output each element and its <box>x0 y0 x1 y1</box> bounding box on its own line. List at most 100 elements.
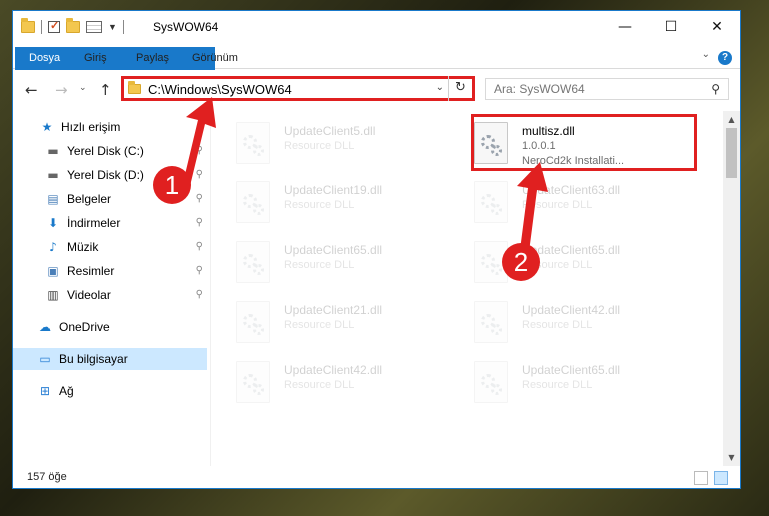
sidebar-item-label: Hızlı erişim <box>61 120 121 134</box>
help-icon[interactable]: ? <box>718 51 732 65</box>
details-view-icon[interactable] <box>694 471 708 485</box>
documents-icon: ▤ <box>47 192 59 206</box>
file-name: UpdateClient21.dll <box>284 303 383 317</box>
pin-icon[interactable]: ⚲ <box>196 241 203 252</box>
pin-icon[interactable]: ⚲ <box>196 265 203 276</box>
properties-check-icon[interactable] <box>48 19 60 33</box>
tab-share[interactable]: Paylaş <box>123 47 182 69</box>
sidebar-item-onedrive[interactable]: ☁ OneDrive <box>13 316 207 338</box>
sidebar-item-label: İndirmeler <box>67 216 121 230</box>
scroll-thumb[interactable] <box>726 128 737 178</box>
maximize-button[interactable]: ☐ <box>648 11 694 43</box>
file-description: Resource DLL <box>284 259 355 271</box>
ribbon-tabs: Dosya Giriş Paylaş Görünüm ⌄ ? <box>13 43 740 101</box>
star-icon: ★ <box>41 120 53 134</box>
status-bar: 157 öğe <box>13 466 740 488</box>
address-dropdown-icon[interactable]: ⌄ <box>436 82 444 93</box>
forward-arrow-icon[interactable]: → <box>55 81 68 99</box>
dll-file-icon <box>236 301 270 343</box>
file-description: Resource DLL <box>522 199 593 211</box>
vertical-scrollbar[interactable]: ▲ ▼ <box>723 111 740 466</box>
pin-icon[interactable]: ⚲ <box>196 289 203 300</box>
explorer-window: ▼ SysWOW64 — ☐ ✕ Dosya Giriş Paylaş Görü… <box>12 10 741 489</box>
file-description: Resource DLL <box>522 319 593 331</box>
title-bar: ▼ SysWOW64 — ☐ ✕ <box>13 11 740 43</box>
search-box[interactable]: ⚲ <box>485 78 729 100</box>
file-list: UpdateClient5.dll Resource DLL multisz.d… <box>211 111 723 466</box>
scroll-down-icon[interactable]: ▼ <box>723 449 740 466</box>
file-item[interactable]: UpdateClient65.dll Resource DLL <box>464 357 664 411</box>
drive-icon: ▬ <box>47 144 59 158</box>
file-name: UpdateClient65.dll <box>522 363 621 377</box>
sidebar-item-label: Resimler <box>67 264 115 278</box>
sidebar-item-videos[interactable]: ▥ Videolar ⚲ <box>13 284 207 306</box>
sidebar-item-label: Belgeler <box>67 192 112 206</box>
file-name: UpdateClient65.dll <box>284 243 383 257</box>
scroll-up-icon[interactable]: ▲ <box>723 111 740 128</box>
close-button[interactable]: ✕ <box>694 11 740 43</box>
tab-home[interactable]: Giriş <box>71 47 120 69</box>
minimize-button[interactable]: — <box>602 11 648 43</box>
sidebar-item-network[interactable]: ⊞ Ağ <box>13 380 207 402</box>
file-item[interactable]: UpdateClient42.dll Resource DLL <box>226 357 426 411</box>
dll-file-icon <box>474 361 508 403</box>
download-icon: ⬇ <box>47 216 59 230</box>
navigation-pane: ★ Hızlı erişim ▬ Yerel Disk (C:) ⚲ ▬ Yer… <box>13 111 210 466</box>
sidebar-item-music[interactable]: ♪ Müzik ⚲ <box>13 236 207 258</box>
sidebar-item-drive-c[interactable]: ▬ Yerel Disk (C:) ⚲ <box>13 140 207 162</box>
search-icon[interactable]: ⚲ <box>711 82 720 96</box>
sidebar-item-label: Bu bilgisayar <box>59 352 128 366</box>
file-description: Resource DLL <box>284 379 355 391</box>
pin-icon[interactable]: ⚲ <box>196 145 203 156</box>
highlight-box <box>471 114 697 171</box>
sidebar-item-label: Yerel Disk (D:) <box>67 168 144 182</box>
file-item[interactable]: UpdateClient65.dll Resource DLL <box>464 237 664 291</box>
file-item[interactable]: UpdateClient19.dll Resource DLL <box>226 177 426 231</box>
tab-view[interactable]: Görünüm <box>179 47 251 69</box>
back-arrow-icon[interactable]: ← <box>25 81 38 99</box>
video-icon: ▥ <box>47 288 59 302</box>
dll-file-icon <box>236 361 270 403</box>
callout-badge-one: 1 <box>153 166 191 204</box>
file-item[interactable]: UpdateClient65.dll Resource DLL <box>226 237 426 291</box>
properties-icon[interactable] <box>86 21 102 33</box>
file-name: UpdateClient63.dll <box>522 183 621 197</box>
large-icons-view-icon[interactable] <box>714 471 728 485</box>
search-input[interactable] <box>486 79 696 99</box>
file-item[interactable]: UpdateClient42.dll Resource DLL <box>464 297 664 351</box>
music-icon: ♪ <box>49 240 57 254</box>
file-item[interactable]: UpdateClient5.dll Resource DLL <box>226 118 426 172</box>
address-row: ← → ⌄ ↑ C:\Windows\SysWOW64 ⌄ ↻ ⚲ <box>13 70 740 110</box>
dll-file-icon <box>236 241 270 283</box>
sidebar-item-label: Videolar <box>67 288 111 302</box>
item-count: 157 öğe <box>27 471 67 483</box>
file-item[interactable]: UpdateClient63.dll Resource DLL <box>464 177 664 231</box>
pin-icon[interactable]: ⚲ <box>196 169 203 180</box>
pictures-icon: ▣ <box>47 264 59 278</box>
address-path[interactable]: C:\Windows\SysWOW64 <box>148 82 292 97</box>
file-item[interactable]: UpdateClient21.dll Resource DLL <box>226 297 426 351</box>
pin-icon[interactable]: ⚲ <box>196 193 203 204</box>
separator <box>122 20 124 34</box>
callout-badge-two: 2 <box>502 243 540 281</box>
sidebar-item-downloads[interactable]: ⬇ İndirmeler ⚲ <box>13 212 207 234</box>
refresh-icon[interactable]: ↻ <box>448 76 472 101</box>
customize-qat-arrow-icon[interactable]: ▼ <box>108 22 117 32</box>
new-folder-icon[interactable] <box>66 18 80 33</box>
separator <box>41 20 42 34</box>
sidebar-item-label: OneDrive <box>59 320 110 334</box>
file-name: UpdateClient42.dll <box>284 363 383 377</box>
sidebar-item-this-pc[interactable]: ▭ Bu bilgisayar <box>13 348 207 370</box>
sidebar-item-label: Yerel Disk (C:) <box>67 144 144 158</box>
quick-access-toolbar: ▼ <box>21 18 124 34</box>
pin-icon[interactable]: ⚲ <box>196 217 203 228</box>
file-name: UpdateClient19.dll <box>284 183 383 197</box>
sidebar-item-pictures[interactable]: ▣ Resimler ⚲ <box>13 260 207 282</box>
recent-locations-chevron-icon[interactable]: ⌄ <box>79 83 87 93</box>
dll-file-icon <box>474 181 508 223</box>
window-title: SysWOW64 <box>153 20 219 34</box>
up-arrow-icon[interactable]: ↑ <box>99 81 112 99</box>
sidebar-item-quick-access[interactable]: ★ Hızlı erişim <box>13 116 207 138</box>
expand-ribbon-icon[interactable]: ⌄ <box>702 49 710 60</box>
address-bar[interactable]: C:\Windows\SysWOW64 ⌄ ↻ <box>121 76 475 101</box>
